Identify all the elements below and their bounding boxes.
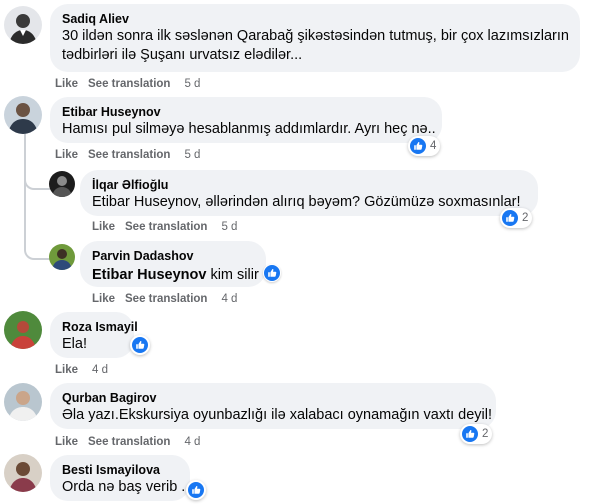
comment-text: 30 ildən sonra ilk səslənən Qarabağ şikə… <box>62 28 569 44</box>
comment-actions: Like See translation 4 d <box>92 292 237 306</box>
comment-actions: Like See translation 5 d <box>55 148 200 162</box>
avatar[interactable] <box>49 244 75 270</box>
reply-bubble: Parvin Dadashov Etibar Huseynov kim sili… <box>80 241 281 287</box>
like-link[interactable]: Like <box>55 435 78 449</box>
see-translation-link[interactable]: See translation <box>125 220 207 234</box>
timestamp[interactable]: 5 d <box>184 148 200 162</box>
comment-text: Ela! <box>62 336 87 352</box>
comment-author[interactable]: Sadiq Aliev <box>62 11 568 27</box>
see-translation-link[interactable]: See translation <box>88 77 170 91</box>
thumbs-up-icon <box>132 337 148 353</box>
reaction-summary[interactable]: 2 <box>500 208 533 228</box>
comment-text: Orda nə baş verib .. <box>62 479 190 495</box>
comment-author[interactable]: Roza Ismayil <box>62 319 138 335</box>
timestamp[interactable]: 5 d <box>221 220 237 234</box>
comment-author[interactable]: Besti Ismayilova <box>62 462 178 478</box>
comment-bubble: Etibar Huseynov Hamısı pul silməyə hesab… <box>50 97 442 143</box>
thread-connector <box>24 180 50 190</box>
like-link[interactable]: Like <box>55 77 78 91</box>
reaction-summary[interactable] <box>130 335 150 355</box>
see-translation-link[interactable]: See translation <box>125 292 207 306</box>
comment-text: Hamısı pul silməyə hesablanmış addımlard… <box>62 121 436 137</box>
comment-bubble: Sadiq Aliev 30 ildən sonra ilk səslənən … <box>50 4 580 72</box>
timestamp[interactable]: 4 d <box>184 435 200 449</box>
like-link[interactable]: Like <box>55 148 78 162</box>
thumbs-up-icon <box>188 482 204 498</box>
mention-tag[interactable]: Etibar Huseynov <box>92 267 206 283</box>
comment-actions: Like See translation 4 d <box>55 435 200 449</box>
reaction-summary[interactable]: 4 <box>408 136 441 156</box>
reaction-count: 2 <box>482 428 489 440</box>
reaction-count: 2 <box>522 212 529 224</box>
reaction-count: 4 <box>430 140 437 152</box>
like-link[interactable]: Like <box>92 292 115 306</box>
see-translation-link[interactable]: See translation <box>88 148 170 162</box>
avatar[interactable] <box>4 454 42 492</box>
like-link[interactable]: Like <box>92 220 115 234</box>
timestamp[interactable]: 4 d <box>221 292 237 306</box>
avatar[interactable] <box>49 171 75 197</box>
timestamp[interactable]: 4 d <box>92 363 108 377</box>
like-link[interactable]: Like <box>55 363 78 377</box>
thumbs-up-icon <box>502 210 518 226</box>
timestamp[interactable]: 5 d <box>184 77 200 91</box>
avatar[interactable] <box>4 311 42 349</box>
see-translation-link[interactable]: See translation <box>88 435 170 449</box>
reaction-summary[interactable] <box>186 480 206 500</box>
reply-bubble: İlqar Əlfioğlu Etibar Huseynov, əllərind… <box>80 170 538 216</box>
comment-text: Etibar Huseynov, əllərindən alırıq bəyəm… <box>92 194 521 210</box>
comment-author[interactable]: Qurban Bagirov <box>62 390 484 406</box>
thumbs-up-icon <box>410 138 426 154</box>
comment-bubble: Besti Ismayilova Orda nə baş verib .. <box>50 455 190 501</box>
reaction-summary[interactable] <box>262 264 281 282</box>
comment-actions: Like 4 d <box>55 363 108 377</box>
thumbs-up-icon <box>264 265 280 281</box>
comment-actions: Like See translation 5 d <box>55 77 200 91</box>
comment-author[interactable]: İlqar Əlfioğlu <box>92 177 526 193</box>
comment-text: tədbirləri ilə Şuşanı urvatsız elədilər.… <box>62 47 303 63</box>
comment-text: Əla yazı.Ekskursiya oyunbazlığı ilə xala… <box>62 407 493 423</box>
comment-author[interactable]: Etibar Huseynov <box>62 104 430 120</box>
comment-author[interactable]: Parvin Dadashov <box>92 248 254 264</box>
avatar[interactable] <box>4 383 42 421</box>
comment-actions: Like See translation 5 d <box>92 220 237 234</box>
avatar[interactable] <box>4 96 42 134</box>
comment-bubble: Qurban Bagirov Əla yazı.Ekskursiya oyunb… <box>50 383 496 429</box>
thread-connector <box>24 240 50 260</box>
comment-bubble: Roza Ismayil Ela! <box>50 312 138 358</box>
reaction-summary[interactable]: 2 <box>460 424 493 444</box>
comment-text: Etibar Huseynov kim silir <box>92 264 281 285</box>
thumbs-up-icon <box>462 426 478 442</box>
avatar[interactable] <box>4 6 42 44</box>
